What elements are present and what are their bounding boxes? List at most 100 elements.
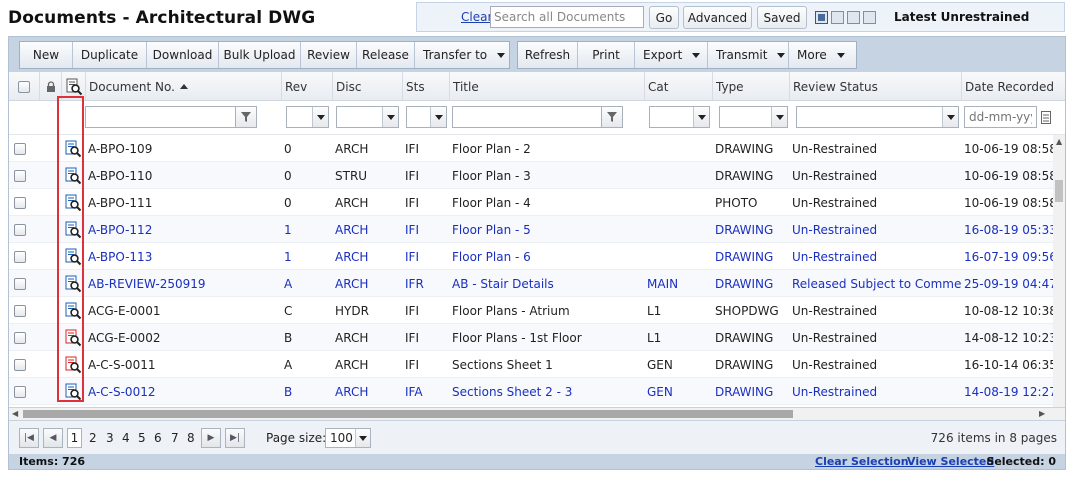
view-mode-grid-icon[interactable] (831, 11, 844, 24)
page-link-5[interactable]: 5 (138, 431, 146, 445)
table-row[interactable]: AB-REVIEW-250919 A ARCH IFR AB - Stair Detai… (9, 270, 1053, 297)
download-button[interactable]: Download (147, 42, 219, 68)
view-mode-detail-icon[interactable] (863, 11, 876, 24)
table-row[interactable]: A-C-S-0012 B ARCH IFA Sections Sheet 2 - 3 GE… (9, 378, 1053, 405)
transmit-menu[interactable]: Transmit (708, 42, 789, 68)
duplicate-button[interactable]: Duplicate (73, 42, 147, 68)
document-no-filter-input[interactable] (85, 106, 236, 128)
document-preview-icon[interactable] (64, 329, 82, 347)
document-no-cell[interactable]: A-BPO-110 (85, 162, 281, 189)
page-link-4[interactable]: 4 (122, 431, 130, 445)
document-no-filter-button[interactable] (235, 106, 257, 128)
document-no-cell[interactable]: AB-REVIEW-250919 (85, 270, 281, 297)
document-no-cell[interactable]: A-BPO-109 (85, 135, 281, 162)
review-status-filter-select[interactable] (796, 106, 959, 128)
select-all-checkbox[interactable] (18, 80, 30, 93)
table-row[interactable]: ACG-E-0002 B ARCH IFI Floor Plans - 1st Floo… (9, 324, 1053, 351)
refresh-button[interactable]: Refresh (518, 42, 578, 68)
document-preview-icon[interactable] (64, 356, 82, 374)
column-header-date-recorded[interactable]: Date Recorded (961, 72, 1065, 101)
page-link-3[interactable]: 3 (106, 431, 114, 445)
title-filter-input[interactable] (452, 106, 602, 128)
review-button[interactable]: Review (301, 42, 357, 68)
column-header-rev[interactable]: Rev (281, 72, 332, 101)
rev-filter-select[interactable] (286, 106, 329, 128)
page-link-7[interactable]: 7 (171, 431, 179, 445)
document-no-cell[interactable]: A-BPO-113 (85, 243, 281, 270)
view-mode-list-icon[interactable] (815, 11, 828, 24)
page-link-2[interactable]: 2 (89, 431, 97, 445)
table-row[interactable]: A-BPO-110 0 STRU IFI Floor Plan - 3 DRAWING Un… (9, 162, 1053, 189)
document-preview-icon[interactable] (64, 248, 82, 266)
document-preview-icon[interactable] (64, 167, 82, 185)
print-button[interactable]: Print (578, 42, 635, 68)
more-menu[interactable]: More (789, 42, 856, 68)
row-select-checkbox[interactable] (14, 170, 26, 182)
disc-filter-select[interactable] (336, 106, 399, 128)
table-row[interactable]: ACG-E-0001 C HYDR IFI Floor Plans - Atrium L1… (9, 297, 1053, 324)
table-row[interactable]: A-BPO-112 1 ARCH IFI Floor Plan - 5 DRAWING Un… (9, 216, 1053, 243)
view-mode-thumb-icon[interactable] (847, 11, 860, 24)
document-preview-icon[interactable] (64, 194, 82, 212)
view-selected-link[interactable]: View Selected (907, 455, 994, 468)
clear-selection-link[interactable]: Clear Selection (815, 455, 909, 468)
cat-filter-select[interactable] (649, 106, 710, 128)
document-preview-icon[interactable] (64, 302, 82, 320)
column-header-review-status[interactable]: Review Status (789, 72, 961, 101)
column-header-sts[interactable]: Sts (402, 72, 449, 101)
table-row[interactable]: A-BPO-109 0 ARCH IFI Floor Plan - 2 DRAWING Un… (9, 135, 1053, 162)
scroll-up-arrow-icon[interactable]: ▲ (1056, 137, 1062, 146)
type-filter-select[interactable] (719, 106, 788, 128)
row-select-checkbox[interactable] (14, 305, 26, 317)
page-link-1[interactable]: 1 (67, 428, 82, 448)
document-preview-icon[interactable] (64, 275, 82, 293)
saved-searches-button[interactable]: Saved (757, 6, 807, 29)
row-select-checkbox[interactable] (14, 386, 26, 398)
page-link-6[interactable]: 6 (154, 431, 162, 445)
row-select-checkbox[interactable] (14, 143, 26, 155)
next-page-button[interactable]: ▶ (201, 428, 221, 448)
row-select-checkbox[interactable] (14, 251, 26, 263)
document-preview-icon[interactable] (64, 221, 82, 239)
row-select-checkbox[interactable] (14, 359, 26, 371)
transfer-to-menu[interactable]: Transfer to (415, 42, 509, 68)
row-select-checkbox[interactable] (14, 278, 26, 290)
last-page-button[interactable]: ▶| (225, 428, 245, 448)
export-menu[interactable]: Export (635, 42, 708, 68)
sts-filter-select[interactable] (406, 106, 447, 128)
document-preview-icon[interactable] (64, 383, 82, 401)
document-no-cell[interactable]: ACG-E-0002 (85, 324, 281, 351)
search-input[interactable] (490, 6, 644, 28)
table-row[interactable]: A-BPO-111 0 ARCH IFI Floor Plan - 4 PHOTO Un-R… (9, 189, 1053, 216)
first-page-button[interactable]: |◀ (19, 428, 39, 448)
scroll-left-arrow-icon[interactable]: ◀ (12, 409, 18, 418)
clear-search-link[interactable]: Clear (461, 10, 492, 24)
calendar-icon[interactable] (1041, 110, 1051, 127)
vertical-scroll-thumb[interactable] (1055, 180, 1063, 202)
row-select-checkbox[interactable] (14, 197, 26, 209)
document-no-cell[interactable]: A-C-S-0012 (85, 378, 281, 405)
table-row[interactable]: A-BPO-113 1 ARCH IFI Floor Plan - 6 DRAWING Un… (9, 243, 1053, 270)
bulk-upload-button[interactable]: Bulk Upload (219, 42, 301, 68)
page-size-select[interactable]: 100 (325, 428, 371, 448)
document-no-cell[interactable]: A-BPO-112 (85, 216, 281, 243)
page-link-8[interactable]: 8 (187, 431, 195, 445)
column-header-cat[interactable]: Cat (644, 72, 712, 101)
column-header-disc[interactable]: Disc (332, 72, 402, 101)
table-row[interactable]: A-C-S-0011 A ARCH IFI Sections Sheet 1 GEN DRA… (9, 351, 1053, 378)
document-no-cell[interactable]: A-C-S-0011 (85, 351, 281, 378)
previous-page-button[interactable]: ◀ (43, 428, 63, 448)
date-recorded-filter-input[interactable] (964, 106, 1037, 128)
column-header-document-no[interactable]: Document No. (85, 72, 281, 101)
advanced-search-button[interactable]: Advanced (683, 6, 752, 29)
document-preview-icon[interactable] (64, 140, 82, 158)
document-no-cell[interactable]: A-BPO-111 (85, 189, 281, 216)
horizontal-scroll-thumb[interactable] (23, 410, 793, 418)
row-select-checkbox[interactable] (14, 332, 26, 344)
release-button[interactable]: Release (357, 42, 415, 68)
title-filter-button[interactable] (601, 106, 623, 128)
column-header-title[interactable]: Title (449, 72, 644, 101)
go-button[interactable]: Go (649, 6, 679, 29)
document-no-cell[interactable]: ACG-E-0001 (85, 297, 281, 324)
row-select-checkbox[interactable] (14, 224, 26, 236)
